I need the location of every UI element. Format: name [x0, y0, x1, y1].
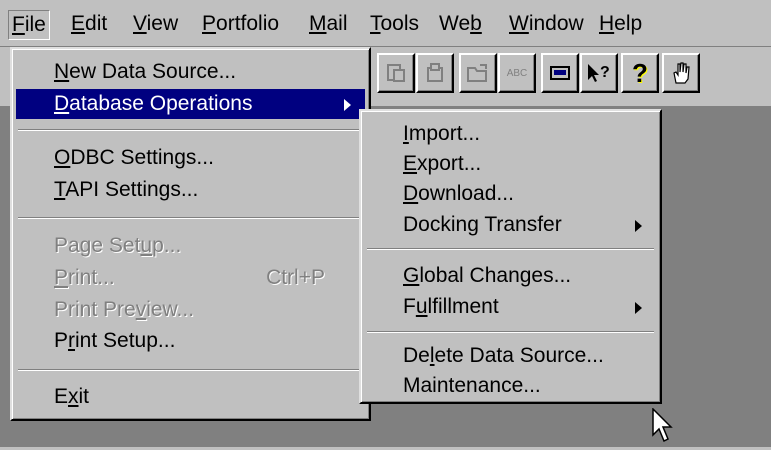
- menu-separator: [367, 248, 654, 250]
- print-shortcut: Ctrl+P: [266, 266, 325, 289]
- open-folder-icon[interactable]: [459, 53, 497, 93]
- print-icon[interactable]: [541, 53, 579, 93]
- mnemonic-char: W: [509, 12, 529, 35]
- menu-item-database-operations[interactable]: Database Operations: [16, 89, 365, 119]
- mnemonic-char: x: [68, 385, 79, 408]
- submenu-arrow-icon: [635, 302, 642, 314]
- mnemonic-char: T: [54, 178, 66, 201]
- submenu-item-docking-transfer[interactable]: Docking Transfer: [365, 210, 656, 240]
- submenu-item-export[interactable]: Export...: [365, 149, 656, 179]
- mouse-pointer-icon: [652, 407, 678, 450]
- menu-help[interactable]: Help: [596, 10, 645, 38]
- menu-separator: [18, 217, 363, 219]
- mnemonic-char: I: [403, 122, 409, 145]
- menu-item-exit[interactable]: Exit: [16, 382, 365, 412]
- menu-file[interactable]: File: [8, 10, 50, 40]
- mnemonic-char: l: [429, 344, 435, 367]
- spellcheck-label: ABC: [506, 67, 528, 79]
- context-help-icon[interactable]: ?: [580, 53, 618, 93]
- submenu-arrow-icon: [344, 99, 351, 111]
- help-icon[interactable]: ?: [621, 53, 659, 93]
- mnemonic-char: E: [403, 152, 418, 175]
- hand-icon[interactable]: [662, 53, 700, 93]
- mnemonic-char: T: [370, 12, 381, 35]
- menu-view[interactable]: View: [130, 10, 181, 38]
- mnemonic-char: v: [135, 298, 147, 321]
- database-operations-submenu: Import... Export... Download... Docking …: [359, 109, 662, 404]
- mnemonic-char: b: [470, 12, 482, 35]
- mnemonic-char: u: [415, 295, 428, 318]
- submenu-item-fulfillment[interactable]: Fulfillment: [365, 292, 656, 322]
- menu-item-print: Print... Ctrl+P: [16, 263, 365, 293]
- help-glyph: ?: [632, 57, 648, 88]
- menu-item-odbc-settings[interactable]: ODBC Settings...: [16, 143, 365, 173]
- menu-separator: [18, 129, 363, 131]
- menu-item-new-data-source[interactable]: New Data Source...: [16, 57, 365, 87]
- mnemonic-char: u: [140, 234, 153, 257]
- mnemonic-char: r: [68, 329, 76, 352]
- svg-text:?: ?: [600, 64, 610, 81]
- mnemonic-char: E: [71, 12, 86, 35]
- mnemonic-char: F: [12, 13, 25, 36]
- submenu-item-import[interactable]: Import...: [365, 119, 656, 149]
- menu-item-page-setup: Page Setup...: [54, 234, 182, 257]
- copy-icon[interactable]: [416, 53, 454, 93]
- menu-separator: [367, 331, 654, 333]
- file-menu: New Data Source... Database Operations O…: [10, 47, 371, 421]
- menu-portfolio[interactable]: Portfolio: [199, 10, 282, 38]
- submenu-item-delete-data-source[interactable]: Delete Data Source...: [365, 341, 656, 371]
- menu-web[interactable]: Web: [436, 10, 485, 38]
- menu-item-tapi-settings[interactable]: TAPI Settings...: [16, 175, 365, 205]
- menu-item-print-preview: Print Preview...: [54, 298, 195, 321]
- menu-separator: [18, 369, 363, 371]
- menu-edit[interactable]: Edit: [68, 10, 110, 38]
- mnemonic-char: H: [599, 12, 615, 35]
- mnemonic-char: P: [54, 266, 69, 289]
- menu-mail[interactable]: Mail: [306, 10, 351, 38]
- menu-item-print-setup[interactable]: Print Setup...: [16, 326, 365, 356]
- mnemonic-char: G: [403, 264, 420, 287]
- mnemonic-char: D: [54, 92, 70, 115]
- submenu-arrow-icon: [635, 220, 642, 232]
- spellcheck-icon[interactable]: ABC: [498, 53, 536, 93]
- mnemonic-char: D: [403, 182, 419, 205]
- menu-window[interactable]: Window: [506, 10, 587, 38]
- paste-icon[interactable]: [377, 53, 415, 93]
- mnemonic-char: N: [54, 60, 70, 83]
- menu-tools[interactable]: Tools: [367, 10, 422, 38]
- mnemonic-char: M: [309, 12, 327, 35]
- menu-bar: File Edit View Portfolio Mail Tools Web …: [0, 0, 771, 47]
- mnemonic-char: P: [202, 12, 217, 35]
- submenu-item-global-changes[interactable]: Global Changes...: [365, 261, 656, 291]
- submenu-item-download[interactable]: Download...: [365, 179, 656, 209]
- mnemonic-char: O: [54, 146, 71, 169]
- submenu-item-maintenance[interactable]: Maintenance...: [365, 371, 656, 401]
- mnemonic-char: V: [133, 12, 147, 35]
